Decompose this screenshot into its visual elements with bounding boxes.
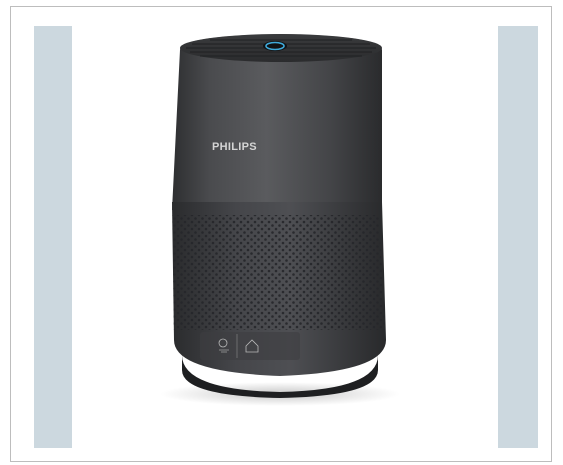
brand-logo: PHILIPS <box>212 141 257 153</box>
right-backdrop-panel <box>498 26 538 448</box>
bottom-controls <box>200 332 300 360</box>
air-purifier-illustration: PHILIPS <box>160 34 400 406</box>
air-purifier-product: PHILIPS <box>120 10 440 460</box>
left-backdrop-panel <box>34 26 72 448</box>
air-intake-grille <box>172 215 386 330</box>
